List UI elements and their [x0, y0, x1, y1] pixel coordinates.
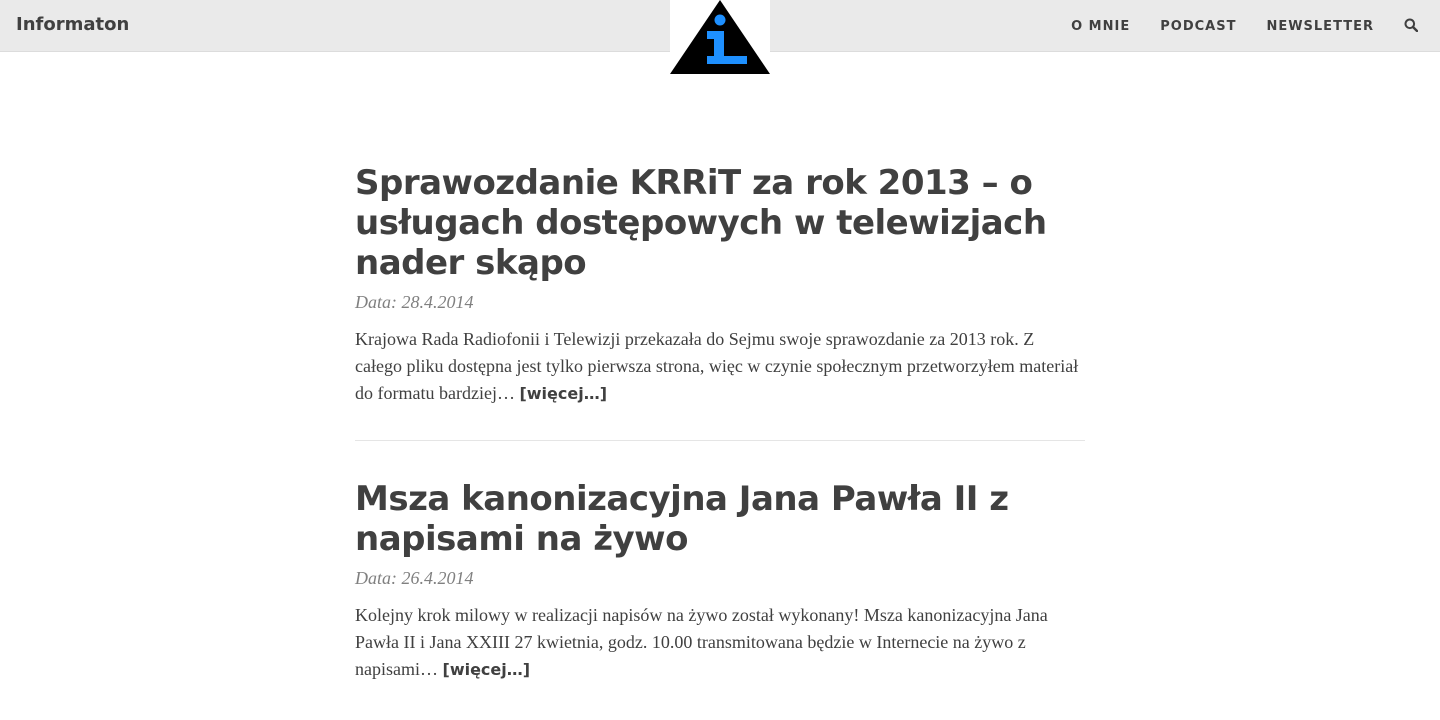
post-excerpt: Krajowa Rada Radiofonii i Telewizji prze… — [355, 326, 1085, 407]
post-title-link[interactable]: Msza kanonizacyjna Jana Pawła II z napis… — [355, 479, 1009, 559]
post-date: Data: 26.4.2014 — [355, 568, 474, 588]
post-item: Msza kanonizacyjna Jana Pawła II z napis… — [355, 479, 1085, 683]
post-excerpt: Kolejny krok milowy w realizacji napisów… — [355, 602, 1085, 683]
post-title: Msza kanonizacyjna Jana Pawła II z napis… — [355, 479, 1085, 559]
main-menu: O MNIE PODCAST NEWSLETTER — [1041, 0, 1420, 52]
site-logo[interactable]: i — [670, 0, 770, 76]
read-more-link[interactable]: [więcej…] — [519, 384, 607, 403]
post-excerpt-text: Krajowa Rada Radiofonii i Telewizji prze… — [355, 329, 1079, 403]
search-icon[interactable] — [1404, 18, 1420, 34]
read-more-link[interactable]: [więcej…] — [443, 660, 531, 679]
post-date: Data: 28.4.2014 — [355, 292, 474, 312]
site-title-link[interactable]: Informaton — [16, 14, 129, 35]
nav-item-podcast[interactable]: PODCAST — [1160, 19, 1236, 34]
post-list: Sprawozdanie KRRiT za rok 2013 – o usług… — [355, 163, 1085, 683]
post-item: Sprawozdanie KRRiT za rok 2013 – o usług… — [355, 163, 1085, 407]
info-logo-icon: i — [670, 0, 770, 74]
post-divider — [355, 440, 1085, 441]
nav-item-newsletter[interactable]: NEWSLETTER — [1266, 19, 1374, 34]
nav-item-o-mnie[interactable]: O MNIE — [1071, 19, 1130, 34]
post-title: Sprawozdanie KRRiT za rok 2013 – o usług… — [355, 163, 1085, 283]
post-title-link[interactable]: Sprawozdanie KRRiT za rok 2013 – o usług… — [355, 163, 1047, 283]
